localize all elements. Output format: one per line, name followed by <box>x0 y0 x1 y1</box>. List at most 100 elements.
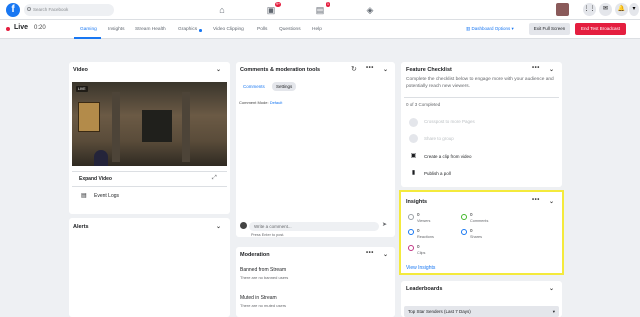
chevron-down-icon[interactable]: ⌄ <box>383 66 388 73</box>
tab-help[interactable]: Help <box>312 27 322 32</box>
tab-questions[interactable]: Questions <box>279 27 301 32</box>
reactions-label: Reactions <box>417 235 434 239</box>
leaderboard-select-value: Top Star Senders (Last 7 Days) <box>408 309 471 314</box>
chevron-down-icon[interactable]: ⌄ <box>549 285 554 292</box>
chevron-down-icon[interactable]: ⌄ <box>549 198 554 205</box>
scene-doorway <box>142 110 172 142</box>
watch-icon[interactable]: ▣ 9+ <box>265 2 281 16</box>
chevron-down-icon[interactable]: ⌄ <box>216 66 221 73</box>
comment-mode-value[interactable]: Default <box>270 100 283 105</box>
avatar <box>240 222 247 229</box>
reactions-value: 0 <box>417 228 420 233</box>
tab-insights[interactable]: Insights <box>108 27 125 32</box>
send-icon[interactable]: ➤ <box>382 221 387 228</box>
feature-checklist-description: Complete the checklist below to engage m… <box>406 77 554 89</box>
divider <box>72 171 227 172</box>
view-insights-link[interactable]: View Insights <box>406 265 435 271</box>
more-options-icon[interactable]: ••• <box>366 250 374 256</box>
reactions-icon <box>408 229 414 235</box>
chevron-down-icon[interactable]: ⌄ <box>383 251 388 258</box>
refresh-icon[interactable]: ↻ <box>351 65 357 73</box>
shares-value: 0 <box>470 228 473 233</box>
banned-title: Banned from Stream <box>240 267 287 273</box>
end-broadcast-button[interactable]: End Test Broadcast <box>575 23 626 35</box>
graphics-dot-icon <box>199 29 202 32</box>
chevron-down-icon[interactable]: ⌄ <box>549 66 554 73</box>
chevron-down-icon: ▾ <box>510 26 514 31</box>
chevron-down-icon: ▾ <box>552 309 555 314</box>
leaderboard-select[interactable]: Top Star Senders (Last 7 Days) ▾ <box>404 306 559 317</box>
tab-stream-health[interactable]: Stream Health <box>135 27 166 32</box>
webcam-overlay <box>94 150 108 166</box>
muted-subtitle: There are no muted users <box>240 303 287 308</box>
facebook-logo[interactable]: f <box>6 3 20 17</box>
video-preview[interactable]: LIVE <box>72 82 227 166</box>
tab-comments[interactable]: Comments <box>239 82 269 91</box>
comments-icon <box>461 214 467 220</box>
comment-mode: Comment Mode: Default <box>239 100 282 105</box>
clips-icon <box>408 245 414 251</box>
muted-title: Muted in Stream <box>240 295 277 301</box>
tab-settings[interactable]: Settings <box>272 82 297 91</box>
marketplace-badge: 1 <box>326 2 330 7</box>
viewers-value: 0 <box>417 212 420 217</box>
clips-label: Clips <box>417 251 426 255</box>
alerts-title: Alerts <box>73 224 89 230</box>
checklist-item-publish-poll[interactable]: Publish a poll <box>424 171 451 176</box>
tab-polls[interactable]: Polls <box>257 27 267 32</box>
moderation-title: Moderation <box>240 252 270 258</box>
alerts-card <box>69 218 230 317</box>
video-title: Video <box>73 67 88 73</box>
comments-label: Comments <box>470 219 489 223</box>
crosspost-icon <box>409 118 418 127</box>
search-placeholder: Search Facebook <box>33 7 69 12</box>
home-icon[interactable]: ⌂ <box>216 4 228 16</box>
insights-title: Insights <box>406 199 428 205</box>
group-icon <box>409 134 418 143</box>
messenger-icon[interactable]: ✉ <box>599 3 612 16</box>
scene-pillar <box>112 92 120 162</box>
caret-icon[interactable]: ▾ <box>629 3 639 16</box>
checklist-item-share-group[interactable]: Share to group <box>424 136 454 141</box>
comments-title: Comments & moderation tools <box>240 67 321 73</box>
scene-painting <box>78 102 100 132</box>
watch-badge: 9+ <box>275 2 281 7</box>
exit-full-screen-button[interactable]: Exit Full Screen <box>529 23 570 35</box>
marketplace-icon[interactable]: ▤ 1 <box>314 2 330 16</box>
live-tag: LIVE <box>76 86 88 92</box>
live-timer: 0:20 <box>34 25 46 31</box>
leaderboards-title: Leaderboards <box>406 286 443 292</box>
checklist-item-create-clip[interactable]: Create a clip from video <box>424 154 472 159</box>
feature-checklist-title: Feature Checklist <box>406 67 452 73</box>
checklist-item-crosspost[interactable]: Crosspost to more Pages <box>424 119 475 124</box>
comment-input[interactable]: Write a comment... <box>249 222 379 231</box>
divider <box>404 97 559 98</box>
event-logs-icon: ▤ <box>81 193 87 199</box>
dashboard-options-button[interactable]: ▥ Dashboard Options ▾ <box>466 26 514 32</box>
bell-icon[interactable]: 🔔 <box>615 3 628 16</box>
more-options-icon[interactable]: ••• <box>366 65 374 71</box>
poll-icon: ▮ <box>409 169 418 178</box>
divider <box>72 186 227 187</box>
comments-value: 0 <box>470 212 473 217</box>
comment-hint: Press Enter to post. <box>251 233 285 237</box>
tab-video-clipping[interactable]: Video Clipping <box>213 27 244 32</box>
expand-video-button[interactable]: Expand Video <box>79 176 112 182</box>
chevron-down-icon[interactable]: ⌄ <box>216 223 221 230</box>
avatar[interactable] <box>556 3 569 16</box>
event-logs-button[interactable]: Event Logs <box>94 193 119 199</box>
live-indicator-icon <box>6 27 10 31</box>
more-options-icon[interactable]: ••• <box>532 197 540 203</box>
expand-icon[interactable]: ⤢ <box>212 175 217 182</box>
gaming-icon[interactable]: ◈ <box>364 4 376 16</box>
tab-graphics[interactable]: Graphics <box>178 27 197 32</box>
shares-label: Shares <box>470 235 483 239</box>
more-options-icon[interactable]: ••• <box>532 65 540 71</box>
dashboard-options-label: Dashboard Options <box>471 26 511 31</box>
viewers-label: Viewers <box>417 219 431 223</box>
active-tab-underline <box>74 37 101 39</box>
grid-icon[interactable]: ⋮⋮ <box>583 3 596 16</box>
clip-icon: ▣ <box>409 152 418 161</box>
search-input[interactable]: Search Facebook <box>24 4 114 16</box>
tab-gaming[interactable]: Gaming <box>80 27 97 32</box>
